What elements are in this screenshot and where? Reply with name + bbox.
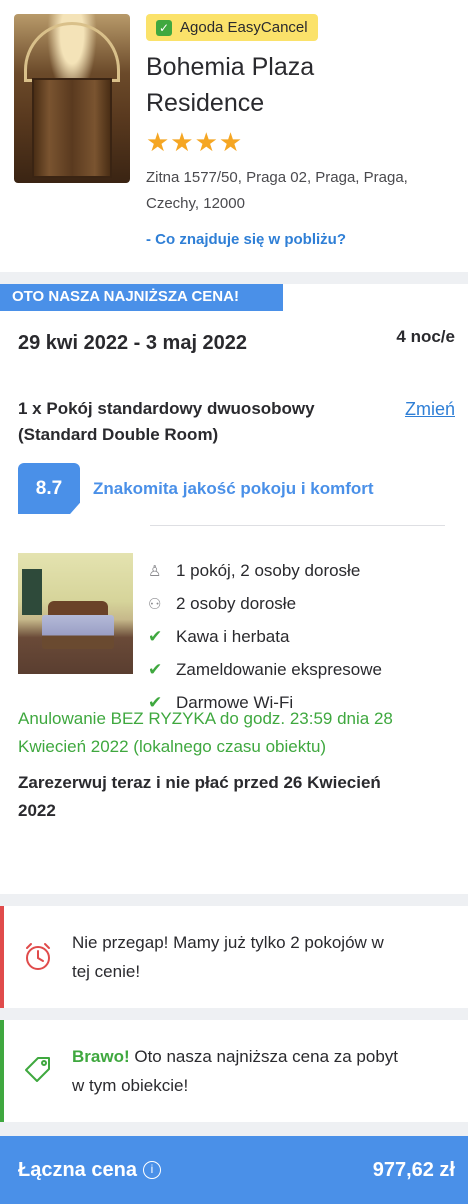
easycancel-badge: ✓ Agoda EasyCancel bbox=[146, 14, 318, 41]
urgency-line2: tej cenie! bbox=[72, 962, 141, 981]
dates-row: 29 kwi 2022 - 3 maj 2022 4 noc/e bbox=[18, 318, 455, 355]
check-icon: ✔ bbox=[148, 626, 163, 646]
feature-item: ✔ Kawa i herbata bbox=[148, 620, 382, 653]
deal-text: Brawo! Oto nasza najniższa cena za pobyt… bbox=[72, 1042, 398, 1100]
booking-card: OTO NASZA NAJNIŻSZA CENA! 29 kwi 2022 - … bbox=[0, 284, 468, 894]
feature-label: Zameldowanie ekspresowe bbox=[176, 659, 382, 679]
hotel-card: ✓ Agoda EasyCancel Bohemia Plaza Residen… bbox=[0, 0, 468, 272]
hotel-name-line2: Residence bbox=[146, 89, 265, 117]
deal-line1: Brawo! Oto nasza najniższa cena za pobyt bbox=[72, 1042, 398, 1071]
room-name-line1: 1 x Pokój standardowy dwuosobowy bbox=[18, 399, 315, 418]
review-score-row: 8.7 Znakomita jakość pokoju i komfort bbox=[18, 463, 374, 514]
photo-bed-shape bbox=[42, 615, 114, 649]
deal-strong: Brawo! bbox=[72, 1047, 130, 1066]
feature-item: ♙ 1 pokój, 2 osoby dorosłe bbox=[148, 554, 382, 587]
urgency-line1: Nie przegap! Mamy już tylko 2 pokojów w bbox=[72, 933, 384, 952]
check-icon: ✔ bbox=[148, 659, 163, 679]
room-row: 1 x Pokój standardowy dwuosobowy (Standa… bbox=[18, 396, 455, 448]
room-name: 1 x Pokój standardowy dwuosobowy (Standa… bbox=[18, 396, 358, 448]
urgency-text: Nie przegap! Mamy już tylko 2 pokojów w … bbox=[72, 928, 384, 986]
review-score-text: Znakomita jakość pokoju i komfort bbox=[93, 478, 374, 498]
deal-alert: Brawo! Oto nasza najniższa cena za pobyt… bbox=[0, 1020, 468, 1122]
free-cancellation-text: Anulowanie BEZ RYZYKA do godz. 23:59 dni… bbox=[18, 705, 448, 761]
hotel-photo[interactable] bbox=[14, 14, 130, 183]
star-rating: ★★★★ bbox=[146, 127, 244, 157]
feature-label: 1 pokój, 2 osoby dorosłe bbox=[176, 560, 361, 580]
total-label-group: Łączna cena i bbox=[18, 1159, 161, 1182]
feature-item: ✔ Zameldowanie ekspresowe bbox=[148, 653, 382, 686]
pay-line1: Zarezerwuj teraz i nie płać przed 26 Kwi… bbox=[18, 773, 381, 792]
photo-window-shape bbox=[22, 569, 42, 615]
urgency-alert: Nie przegap! Mamy już tylko 2 pokojów w … bbox=[0, 906, 468, 1008]
pay-later-text: Zarezerwuj teraz i nie płać przed 26 Kwi… bbox=[18, 769, 448, 825]
hotel-name-line1: Bohemia Plaza bbox=[146, 53, 315, 81]
easycancel-label: Agoda EasyCancel bbox=[180, 19, 308, 36]
room-photo[interactable] bbox=[18, 553, 133, 674]
change-room-link[interactable]: Zmień bbox=[405, 396, 455, 448]
alarm-clock-icon bbox=[26, 943, 50, 970]
nearby-link[interactable]: - Co znajduje się w pobliżu? bbox=[146, 231, 454, 248]
hotel-info: ✓ Agoda EasyCancel Bohemia Plaza Residen… bbox=[146, 14, 454, 272]
room-features: ♙ 1 pokój, 2 osoby dorosłe ⚇ 2 osoby dor… bbox=[148, 554, 382, 719]
cancel-line1: Anulowanie BEZ RYZYKA do godz. 23:59 dni… bbox=[18, 709, 393, 728]
price-tag-icon bbox=[25, 1057, 50, 1082]
hotel-name: Bohemia Plaza Residence bbox=[146, 49, 454, 121]
cancel-line2: Kwiecień 2022 (lokalnego czasu obiektu) bbox=[18, 737, 327, 756]
info-icon[interactable]: i bbox=[142, 1161, 161, 1179]
nights-count: 4 noc/e bbox=[396, 327, 455, 346]
address-line1: Zitna 1577/50, Praga 02, Praga, Praga, bbox=[146, 169, 408, 186]
deal-line2: w tym obiekcie! bbox=[72, 1076, 189, 1095]
shield-check-icon: ✓ bbox=[156, 19, 172, 36]
total-price-bar[interactable]: Łączna cena i 977,62 zł bbox=[0, 1136, 468, 1204]
deal-line1-rest: Oto nasza najniższa cena za pobyt bbox=[129, 1047, 399, 1066]
stay-dates: 29 kwi 2022 - 3 maj 2022 bbox=[18, 332, 248, 354]
hotel-address: Zitna 1577/50, Praga 02, Praga, Praga, C… bbox=[146, 165, 454, 217]
lowest-price-tag: OTO NASZA NAJNIŻSZA CENA! bbox=[0, 284, 283, 311]
total-price: 977,62 zł bbox=[372, 1158, 455, 1181]
person-icon: ♙ bbox=[148, 562, 162, 580]
room-name-line2: (Standard Double Room) bbox=[18, 425, 219, 444]
photo-door-shape bbox=[32, 78, 112, 178]
total-label: Łączna cena bbox=[18, 1158, 137, 1181]
feature-item: ⚇ 2 osoby dorosłe bbox=[148, 587, 382, 620]
pay-line2: 2022 bbox=[18, 801, 56, 820]
divider bbox=[150, 525, 445, 526]
review-score-badge: 8.7 bbox=[18, 463, 80, 514]
address-line2: Czechy, 12000 bbox=[146, 195, 245, 212]
feature-label: 2 osoby dorosłe bbox=[176, 593, 297, 613]
feature-label: Kawa i herbata bbox=[176, 626, 290, 646]
group-icon: ⚇ bbox=[148, 595, 162, 613]
photo-arch-shape bbox=[24, 22, 120, 82]
